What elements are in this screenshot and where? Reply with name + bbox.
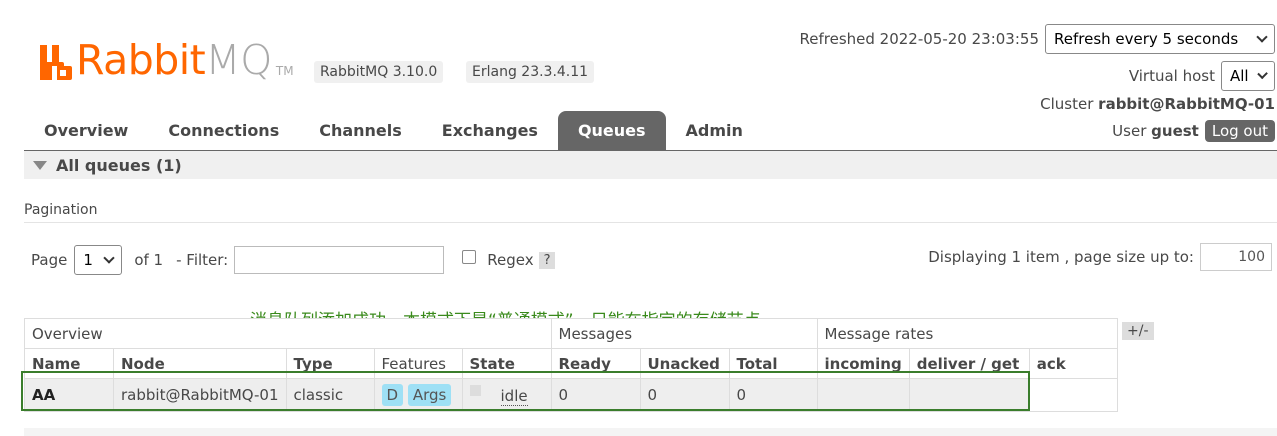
chevron-down-icon [1256, 31, 1268, 43]
tab-overview[interactable]: Overview [24, 111, 148, 150]
logo-wordmark: RabbitMQ [76, 36, 272, 84]
chevron-down-icon [103, 252, 115, 264]
refresh-interval-select[interactable]: Refresh every 5 seconds [1045, 24, 1275, 54]
all-queues-section-toggle[interactable]: All queues (1) [24, 151, 1277, 179]
cluster-name: rabbit@RabbitMQ-01 [1098, 95, 1275, 113]
page-size-bar: Displaying 1 item , page size up to: 100 [928, 243, 1272, 271]
rabbitmq-logo: RabbitMQ TM [38, 36, 294, 84]
footer-bar [24, 428, 1277, 436]
tab-connections[interactable]: Connections [148, 111, 299, 150]
virtual-host-label: Virtual host [1128, 67, 1215, 85]
ack-rate [1028, 378, 1118, 412]
display-count-label: Displaying 1 item , page size up to: [928, 248, 1194, 266]
pagination-divider [24, 222, 1277, 223]
page-label: Page [31, 251, 68, 269]
section-title: All queues (1) [56, 155, 182, 175]
page-select[interactable]: 1 [74, 245, 123, 275]
pagination-title: Pagination [24, 202, 98, 218]
annotation-highlight-box [21, 371, 1030, 411]
page-size-input[interactable]: 100 [1200, 243, 1272, 271]
erlang-version-badge: Erlang 23.3.4.11 [466, 61, 595, 83]
user-info: User guest Log out [1112, 120, 1275, 142]
tab-exchanges[interactable]: Exchanges [422, 111, 558, 150]
virtual-host-select[interactable]: All [1221, 61, 1275, 91]
refresh-bar: Refreshed 2022-05-20 23:03:55 Refresh ev… [800, 24, 1275, 54]
tab-channels[interactable]: Channels [299, 111, 422, 150]
regex-checkbox[interactable] [462, 250, 477, 264]
rabbitmq-version-badge: RabbitMQ 3.10.0 [314, 61, 444, 83]
tab-admin[interactable]: Admin [666, 111, 763, 150]
col-ack[interactable]: ack [1028, 348, 1118, 379]
page-count: of 1 [134, 251, 164, 269]
rabbit-logo-icon [40, 45, 72, 80]
refreshed-timestamp: Refreshed 2022-05-20 23:03:55 [799, 30, 1039, 48]
main-nav: Overview Connections Channels Exchanges … [24, 111, 763, 150]
column-toggle-button[interactable]: +/- [1122, 322, 1154, 340]
regex-help-button[interactable]: ? [538, 251, 556, 269]
pagination-controls: Page 1 of 1 - Filter: Regex ? [31, 245, 556, 275]
cluster-info: Cluster rabbit@RabbitMQ-01 [1040, 95, 1275, 113]
regex-label: Regex [487, 251, 534, 269]
tab-queues[interactable]: Queues [557, 111, 666, 150]
group-messages: Messages [550, 318, 818, 349]
filter-input[interactable] [234, 246, 445, 274]
logo-tm: TM [275, 64, 294, 78]
virtual-host-bar: Virtual host All [1129, 61, 1275, 91]
collapse-triangle-icon [33, 160, 47, 170]
user-name: guest [1151, 122, 1199, 140]
logout-button[interactable]: Log out [1204, 120, 1275, 142]
filter-label: - Filter: [176, 251, 229, 269]
group-message-rates: Message rates [816, 318, 1118, 349]
group-overview: Overview [24, 318, 552, 349]
chevron-down-icon [1256, 68, 1268, 80]
